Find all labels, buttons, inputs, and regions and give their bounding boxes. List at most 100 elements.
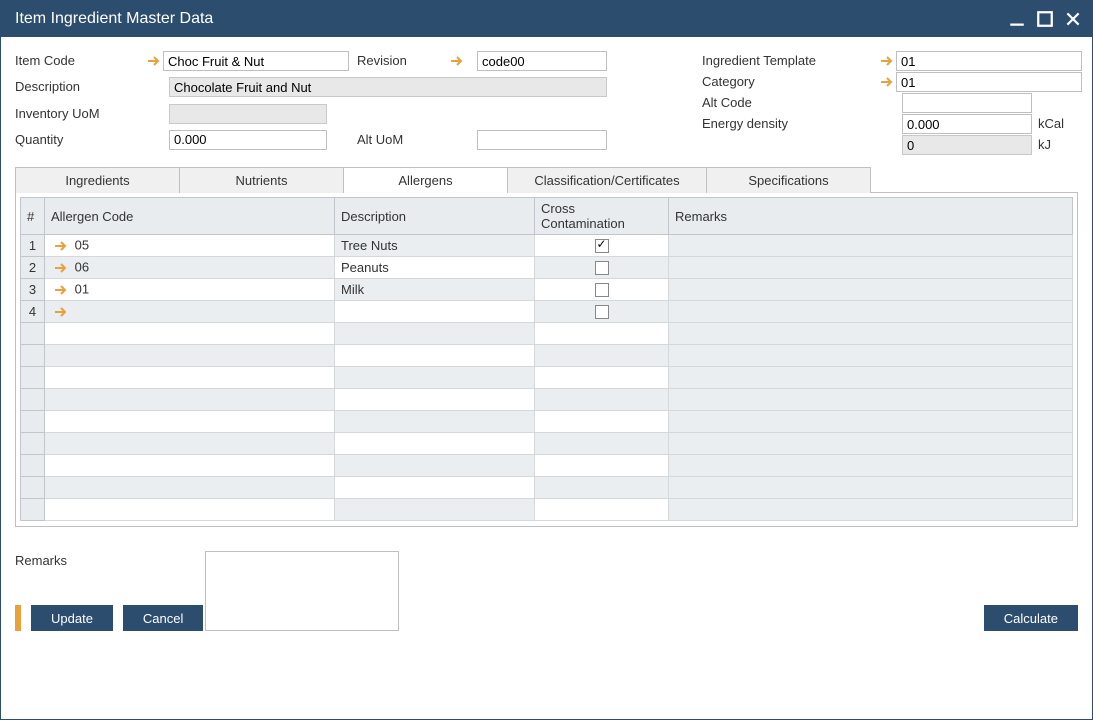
table-row[interactable]: 4 [21, 301, 1073, 323]
cross-contamination-cell[interactable] [535, 345, 669, 367]
allergen-desc-cell[interactable] [335, 367, 535, 389]
cross-contamination-cell[interactable] [535, 389, 669, 411]
energy-density-kj-input[interactable] [902, 135, 1032, 155]
cross-contamination-cell[interactable] [535, 279, 669, 301]
arrow-icon[interactable] [447, 51, 467, 71]
arrow-icon[interactable] [51, 258, 71, 278]
quantity-input[interactable] [169, 130, 327, 150]
allergen-code-cell[interactable] [45, 301, 335, 323]
remarks-cell[interactable] [669, 367, 1073, 389]
checkbox-icon[interactable] [595, 261, 609, 275]
table-row[interactable]: 2 06Peanuts [21, 257, 1073, 279]
tab-nutrients[interactable]: Nutrients [179, 167, 344, 193]
tab-allergens[interactable]: Allergens [343, 167, 508, 193]
cross-contamination-cell[interactable] [535, 323, 669, 345]
table-row[interactable] [21, 345, 1073, 367]
item-code-input[interactable] [163, 51, 349, 71]
table-row[interactable] [21, 411, 1073, 433]
cross-contamination-cell[interactable] [535, 235, 669, 257]
table-row[interactable]: 1 05Tree Nuts [21, 235, 1073, 257]
remarks-cell[interactable] [669, 235, 1073, 257]
cross-contamination-cell[interactable] [535, 433, 669, 455]
cross-contamination-cell[interactable] [535, 411, 669, 433]
arrow-icon[interactable] [147, 51, 161, 71]
remarks-cell[interactable] [669, 455, 1073, 477]
cross-contamination-cell[interactable] [535, 301, 669, 323]
table-row[interactable] [21, 367, 1073, 389]
arrow-icon[interactable] [880, 72, 894, 92]
cross-contamination-cell[interactable] [535, 257, 669, 279]
table-row[interactable] [21, 433, 1073, 455]
inventory-uom-input[interactable] [169, 104, 327, 124]
allergen-code-cell[interactable] [45, 345, 335, 367]
allergen-code-cell[interactable] [45, 477, 335, 499]
col-header-cc[interactable]: Cross Contamination [535, 198, 669, 235]
col-header-num[interactable]: # [21, 198, 45, 235]
remarks-cell[interactable] [669, 323, 1073, 345]
allergen-code-cell[interactable] [45, 389, 335, 411]
arrow-icon[interactable] [51, 280, 71, 300]
remarks-cell[interactable] [669, 279, 1073, 301]
arrow-icon[interactable] [880, 51, 894, 71]
cross-contamination-cell[interactable] [535, 455, 669, 477]
energy-density-kcal-input[interactable] [902, 114, 1032, 134]
table-row[interactable] [21, 323, 1073, 345]
allergen-desc-cell[interactable] [335, 499, 535, 521]
cross-contamination-cell[interactable] [535, 499, 669, 521]
allergen-desc-cell[interactable]: Milk [335, 279, 535, 301]
allergen-desc-cell[interactable] [335, 345, 535, 367]
allergen-code-cell[interactable] [45, 411, 335, 433]
arrow-icon[interactable] [51, 236, 71, 256]
remarks-cell[interactable] [669, 257, 1073, 279]
allergen-desc-cell[interactable] [335, 411, 535, 433]
cross-contamination-cell[interactable] [535, 367, 669, 389]
allergen-desc-cell[interactable] [335, 301, 535, 323]
table-row[interactable] [21, 477, 1073, 499]
checkbox-icon[interactable] [595, 283, 609, 297]
remarks-cell[interactable] [669, 301, 1073, 323]
table-row[interactable] [21, 455, 1073, 477]
allergen-code-cell[interactable] [45, 499, 335, 521]
table-row[interactable] [21, 499, 1073, 521]
tab-ingredients[interactable]: Ingredients [15, 167, 180, 193]
allergen-desc-cell[interactable]: Tree Nuts [335, 235, 535, 257]
close-icon[interactable] [1064, 10, 1082, 28]
allergen-desc-cell[interactable]: Peanuts [335, 257, 535, 279]
allergen-code-cell[interactable]: 06 [45, 257, 335, 279]
remarks-cell[interactable] [669, 411, 1073, 433]
cross-contamination-cell[interactable] [535, 477, 669, 499]
alt-uom-input[interactable] [477, 130, 607, 150]
arrow-icon[interactable] [51, 302, 71, 322]
minimize-icon[interactable] [1008, 10, 1026, 28]
calculate-button[interactable]: Calculate [984, 605, 1078, 631]
allergen-code-cell[interactable] [45, 367, 335, 389]
remarks-cell[interactable] [669, 433, 1073, 455]
col-header-desc[interactable]: Description [335, 198, 535, 235]
allergen-code-cell[interactable]: 01 [45, 279, 335, 301]
col-header-code[interactable]: Allergen Code [45, 198, 335, 235]
allergen-code-cell[interactable] [45, 323, 335, 345]
table-row[interactable]: 3 01Milk [21, 279, 1073, 301]
description-input[interactable] [169, 77, 607, 97]
revision-input[interactable] [477, 51, 607, 71]
checkbox-icon[interactable] [595, 305, 609, 319]
alt-code-input[interactable] [902, 93, 1032, 113]
remarks-cell[interactable] [669, 345, 1073, 367]
table-row[interactable] [21, 389, 1073, 411]
update-button[interactable]: Update [31, 605, 113, 631]
allergen-desc-cell[interactable] [335, 389, 535, 411]
checkbox-icon[interactable] [595, 239, 609, 253]
tab-classification[interactable]: Classification/Certificates [507, 167, 707, 193]
allergen-code-cell[interactable]: 05 [45, 235, 335, 257]
tab-specifications[interactable]: Specifications [706, 167, 871, 193]
maximize-icon[interactable] [1036, 10, 1054, 28]
allergen-desc-cell[interactable] [335, 477, 535, 499]
remarks-cell[interactable] [669, 499, 1073, 521]
col-header-remarks[interactable]: Remarks [669, 198, 1073, 235]
cancel-button[interactable]: Cancel [123, 605, 203, 631]
allergen-code-cell[interactable] [45, 455, 335, 477]
allergen-desc-cell[interactable] [335, 433, 535, 455]
remarks-cell[interactable] [669, 477, 1073, 499]
remarks-cell[interactable] [669, 389, 1073, 411]
allergen-desc-cell[interactable] [335, 323, 535, 345]
